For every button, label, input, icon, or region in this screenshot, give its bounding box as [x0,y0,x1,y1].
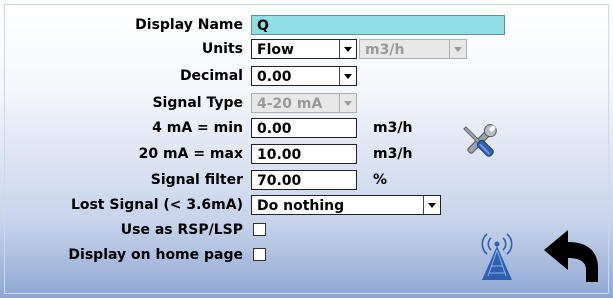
decimal-value: 0.00 [257,69,292,85]
display-name-input[interactable]: Q [251,15,505,35]
filter-label: Signal filter [150,172,243,188]
min-unit: m3/h [373,120,413,136]
lost-signal-select[interactable]: Do nothing [251,195,441,215]
home-page-label: Display on home page [68,247,243,263]
use-rsp-label: Use as RSP/LSP [120,222,243,238]
settings-panel: Display Name Q Units Flow m3/h Decimal 0… [0,0,613,298]
min-input[interactable]: 0.00 [251,118,357,138]
units-unit-value: m3/h [365,42,405,58]
chevron-down-icon [449,40,466,58]
decimal-label: Decimal [179,68,243,84]
back-arrow-icon[interactable] [540,228,604,284]
units-category-select[interactable]: Flow [251,39,357,59]
units-category-value: Flow [257,42,294,58]
chevron-down-icon [339,67,356,85]
chevron-down-icon [339,94,356,112]
lost-signal-value: Do nothing [257,198,345,214]
max-input[interactable]: 10.00 [251,144,357,164]
units-label: Units [201,41,243,57]
signal-type-label: Signal Type [152,95,243,111]
min-label: 4 mA = min [152,120,243,136]
use-rsp-checkbox[interactable] [253,223,266,236]
display-name-label: Display Name [135,17,243,33]
filter-input[interactable]: 70.00 [251,170,357,190]
home-page-checkbox[interactable] [253,248,266,261]
tools-icon[interactable] [458,120,500,164]
chevron-down-icon [423,196,440,214]
signal-tower-icon[interactable] [470,228,524,282]
decimal-select[interactable]: 0.00 [251,66,357,86]
signal-type-select: 4-20 mA [251,93,357,113]
signal-type-value: 4-20 mA [257,96,323,112]
max-label: 20 mA = max [138,146,243,162]
max-unit: m3/h [373,146,413,162]
lost-signal-label: Lost Signal (< 3.6mA) [70,197,243,213]
chevron-down-icon [339,40,356,58]
units-unit-select: m3/h [359,39,467,59]
filter-unit: % [373,172,388,188]
